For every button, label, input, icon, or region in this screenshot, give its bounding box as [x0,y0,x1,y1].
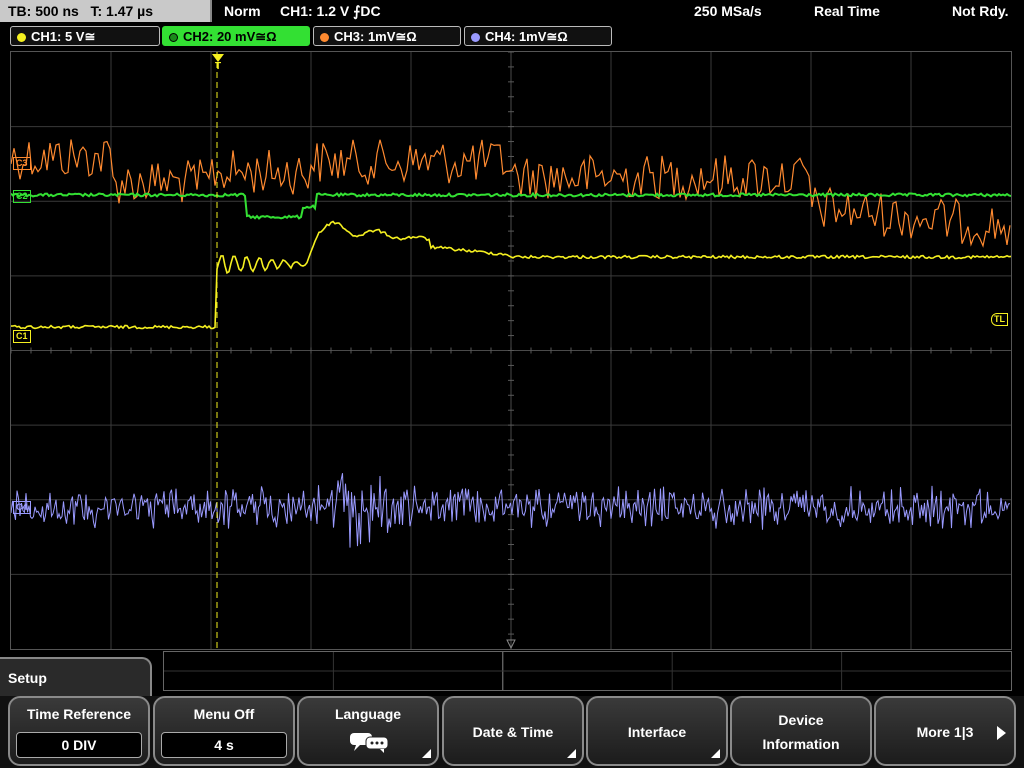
date-time-label: Date & Time [472,724,554,740]
channel-bar: CH1: 5 V≅ CH2: 20 mV≅Ω CH3: 1mV≅Ω CH4: 1… [0,26,1024,48]
language-label: Language [334,706,402,722]
time-reference-label: Time Reference [26,706,131,722]
channel-3-color-icon [320,33,329,42]
interface-label: Interface [627,724,687,740]
menu-off-softkey[interactable]: Menu Off 4 s [153,696,295,766]
channel-1-offset-marker[interactable]: C1 [13,330,31,343]
channel-2-button[interactable]: CH2: 20 mV≅Ω [162,26,310,46]
status-bar: TB: 500 ns T: 1.47 µs Norm CH1: 1.2 V ⨍D… [0,0,1024,24]
menu-title-tab: Setup [0,657,152,697]
channel-2-offset-marker[interactable]: C2 [13,190,31,203]
timebase-value: TB: 500 ns [8,3,79,19]
time-reference-value[interactable]: 0 DIV [16,732,142,758]
submenu-indicator-icon [422,749,431,758]
language-softkey[interactable]: Language [297,696,439,766]
menu-off-label: Menu Off [193,706,255,722]
device-information-label-2: Information [762,736,840,752]
waveform-display[interactable]: T C3 C2 C1 C4 TL [10,51,1012,650]
secondary-display [163,651,1012,691]
channel-4-offset-marker[interactable]: C4 [13,501,31,514]
device-information-softkey[interactable]: Device Information [730,696,872,766]
submenu-indicator-icon [567,749,576,758]
sample-rate: 250 MSa/s [694,3,762,19]
channel-4-button[interactable]: CH4: 1mV≅Ω [464,26,612,46]
graticule-grid [11,52,1011,649]
acquisition-mode: Real Time [814,3,880,19]
submenu-indicator-icon [711,749,720,758]
menu-off-value[interactable]: 4 s [161,732,287,758]
menu-title: Setup [8,670,47,686]
channel-3-label: CH3: 1mV≅Ω [334,29,417,44]
channel-1-button[interactable]: CH1: 5 V≅ [10,26,160,46]
more-label: More 1|3 [916,724,974,740]
softkey-bar: Time Reference 0 DIV Menu Off 4 s Langua… [0,696,1024,768]
device-information-label: Device [778,712,824,728]
more-softkey[interactable]: More 1|3 [874,696,1016,766]
channel-1-color-icon [17,33,26,42]
trigger-mode[interactable]: Norm [224,0,261,22]
channel-4-color-icon [471,33,480,42]
date-time-softkey[interactable]: Date & Time [442,696,584,766]
channel-1-label: CH1: 5 V≅ [31,29,96,44]
next-arrow-icon [997,726,1006,740]
channel-2-label: CH2: 20 mV≅Ω [183,29,277,44]
speech-bubbles-icon [350,733,389,753]
timebase-box[interactable]: TB: 500 ns T: 1.47 µs [0,0,212,22]
time-reference-softkey[interactable]: Time Reference 0 DIV [8,696,150,766]
channel-4-label: CH4: 1mV≅Ω [485,29,568,44]
trigger-level-marker[interactable]: TL [991,313,1008,326]
trigger-position-label: T [214,61,222,72]
channel-2-color-icon [169,33,178,42]
trigger-position-marker[interactable]: T [211,54,225,74]
trigger-setting[interactable]: CH1: 1.2 V ⨍DC [280,0,381,22]
trigger-time-value: T: 1.47 µs [90,3,154,19]
interface-softkey[interactable]: Interface [586,696,728,766]
channel-3-button[interactable]: CH3: 1mV≅Ω [313,26,461,46]
ready-state: Not Rdy. [952,3,1009,19]
channel-3-offset-marker[interactable]: C3 [13,157,31,170]
